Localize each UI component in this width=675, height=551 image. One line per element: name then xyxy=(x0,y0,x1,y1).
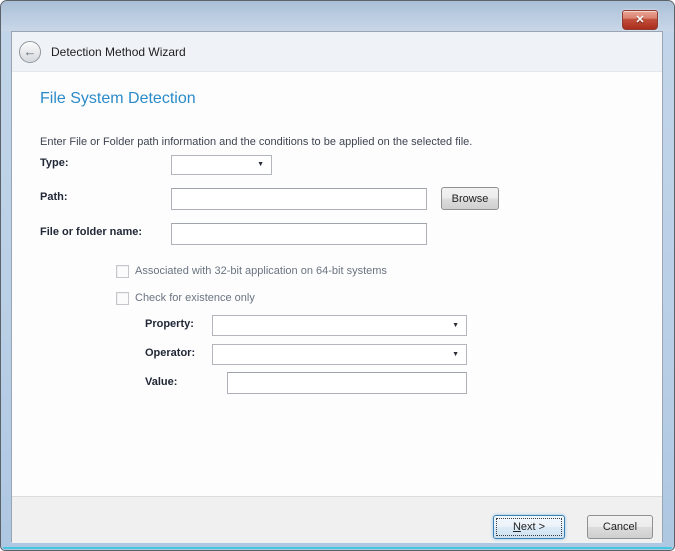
footer-bar: Next > Cancel xyxy=(12,496,662,543)
checkbox-existence-only[interactable] xyxy=(116,292,129,305)
operator-label: Operator: xyxy=(145,347,195,359)
file-name-input[interactable] xyxy=(171,223,427,245)
wizard-header-band: ← Detection Method Wizard xyxy=(12,32,662,72)
next-button[interactable]: Next > xyxy=(493,515,565,539)
page-title: File System Detection xyxy=(40,90,196,108)
close-button[interactable]: ✕ xyxy=(622,10,658,30)
checkbox-32bit-label: Associated with 32-bit application on 64… xyxy=(135,265,387,277)
value-input[interactable] xyxy=(227,372,467,394)
path-input[interactable] xyxy=(171,188,427,210)
wizard-client-area: ← Detection Method Wizard File System De… xyxy=(11,31,663,542)
type-dropdown[interactable]: ▼ xyxy=(171,155,272,175)
cancel-button[interactable]: Cancel xyxy=(587,515,653,539)
chevron-down-icon: ▼ xyxy=(452,322,459,329)
back-arrow-icon: ← xyxy=(24,44,37,59)
path-label: Path: xyxy=(40,191,68,203)
window-bottom-glow xyxy=(3,547,672,549)
operator-dropdown[interactable]: ▼ xyxy=(212,344,467,365)
value-label: Value: xyxy=(145,376,177,388)
browse-button[interactable]: Browse xyxy=(441,187,499,210)
file-name-label: File or folder name: xyxy=(40,226,142,238)
wizard-title: Detection Method Wizard xyxy=(51,32,186,72)
back-button[interactable]: ← xyxy=(19,41,41,63)
page-description: Enter File or Folder path information an… xyxy=(40,136,472,148)
checkbox-32bit[interactable] xyxy=(116,265,129,278)
property-dropdown[interactable]: ▼ xyxy=(212,315,467,336)
chevron-down-icon: ▼ xyxy=(452,351,459,358)
wizard-window: ✕ ← Detection Method Wizard File System … xyxy=(0,0,675,551)
checkbox-existence-only-label: Check for existence only xyxy=(135,292,255,304)
chevron-down-icon: ▼ xyxy=(257,161,264,168)
close-icon: ✕ xyxy=(635,14,644,26)
title-bar xyxy=(1,1,674,31)
type-label: Type: xyxy=(40,157,69,169)
property-label: Property: xyxy=(145,318,194,330)
